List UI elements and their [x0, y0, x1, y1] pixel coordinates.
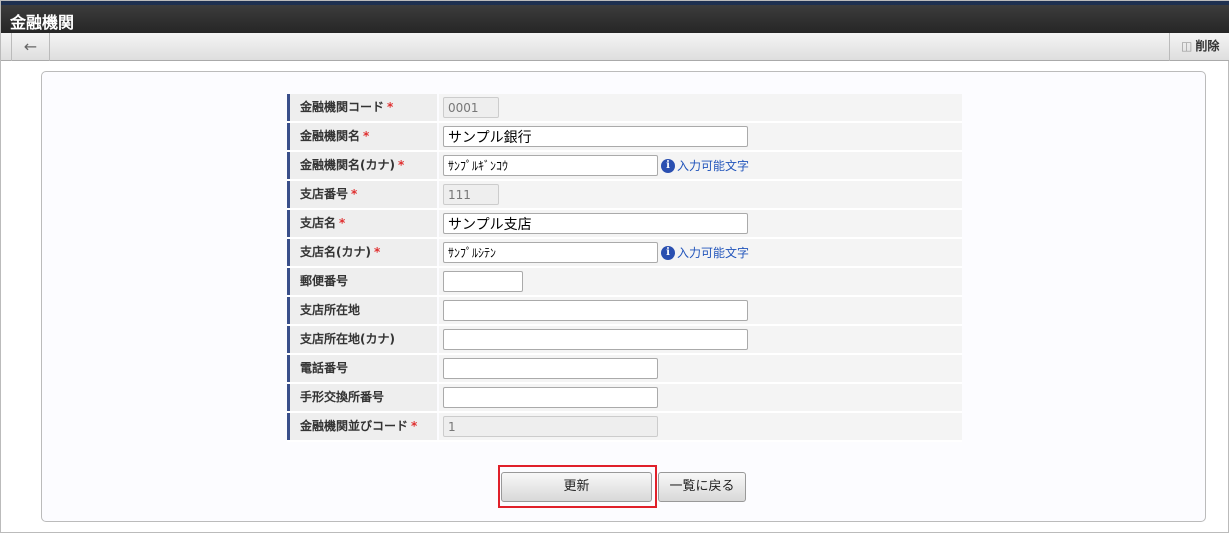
postal-code-field[interactable]	[443, 271, 523, 292]
form-row: 金融機関コード *	[287, 94, 962, 123]
field-label: 支店名(カナ)	[300, 245, 371, 259]
form-row: 手形交換所番号	[287, 384, 962, 413]
form-row: 金融機関名 *	[287, 123, 962, 152]
field-label: 金融機関並びコード	[300, 419, 409, 433]
form-row: 支店所在地	[287, 297, 962, 326]
field-label: 支店所在地(カナ)	[300, 332, 395, 346]
page-title: 金融機関	[10, 13, 75, 32]
form-panel: 金融機関コード* 金融機関名* 金融機関名(カナ)*i入力可能文字 支店番号* …	[41, 71, 1206, 522]
field-label: 支店所在地	[300, 303, 361, 317]
branch-address-kana-field[interactable]	[443, 329, 748, 350]
required-mark: *	[339, 216, 346, 230]
required-mark: *	[387, 100, 394, 114]
form-row: 支店名 *	[287, 210, 962, 239]
back-to-list-button[interactable]: 一覧に戻る	[658, 472, 746, 502]
field-label: 金融機関コード	[300, 100, 385, 114]
bank-code-field	[443, 97, 499, 118]
field-label: 金融機関名	[300, 129, 361, 143]
update-button[interactable]: 更新	[501, 472, 652, 502]
branch-name-field[interactable]	[443, 213, 748, 234]
bank-name-kana-field[interactable]	[443, 155, 658, 176]
form-row: 郵便番号	[287, 268, 962, 297]
trash-icon: ◫	[1181, 39, 1193, 53]
required-mark: *	[351, 187, 358, 201]
field-label: 手形交換所番号	[300, 390, 385, 404]
branch-number-field	[443, 184, 499, 205]
delete-button[interactable]: ◫ 削除	[1169, 33, 1229, 61]
sort-code-field	[443, 416, 658, 437]
info-icon: i	[661, 158, 675, 173]
field-label: 金融機関名(カナ)	[300, 158, 395, 172]
required-mark: *	[373, 245, 381, 259]
bank-name-field[interactable]	[443, 126, 748, 147]
bank-form: 金融機関コード* 金融機関名* 金融機関名(カナ)*i入力可能文字 支店番号* …	[287, 94, 962, 442]
allowed-chars-link[interactable]: i 入力可能文字	[661, 157, 749, 174]
field-label: 電話番号	[300, 361, 349, 375]
branch-name-kana-field[interactable]	[443, 242, 658, 263]
form-row: 支店所在地(カナ)	[287, 326, 962, 355]
arrow-left-icon: ←	[23, 37, 38, 56]
title-bar: 金融機関	[1, 1, 1229, 33]
form-row: 金融機関並びコード *	[287, 413, 962, 442]
delete-label: 削除	[1195, 39, 1220, 53]
branch-address-field[interactable]	[443, 300, 748, 321]
allowed-chars-link[interactable]: i 入力可能文字	[661, 244, 749, 261]
toolbar: ← ◫ 削除	[1, 33, 1229, 61]
back-button[interactable]: ←	[11, 33, 50, 61]
required-mark: *	[363, 129, 370, 143]
field-label: 郵便番号	[300, 274, 349, 288]
clearing-house-number-field[interactable]	[443, 387, 658, 408]
form-row: 支店番号 *	[287, 181, 962, 210]
field-label: 支店番号	[300, 187, 349, 201]
required-mark: *	[397, 158, 405, 172]
form-row: 電話番号	[287, 355, 962, 384]
form-row: 支店名(カナ)* i入力可能文字	[287, 239, 962, 268]
required-mark: *	[411, 419, 418, 433]
info-icon: i	[661, 245, 675, 260]
phone-field[interactable]	[443, 358, 658, 379]
form-row: 金融機関名(カナ)* i入力可能文字	[287, 152, 962, 181]
field-label: 支店名	[300, 216, 337, 230]
